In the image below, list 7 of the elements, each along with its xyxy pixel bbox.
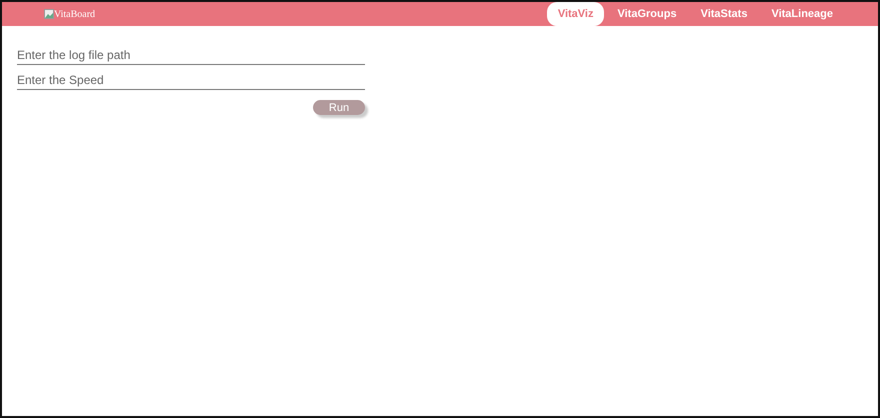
broken-image-icon xyxy=(44,9,54,19)
nav-tab[interactable]: VitaStats xyxy=(690,2,758,26)
logo-alt-text: VitaBoard xyxy=(54,8,96,20)
nav-tab[interactable]: VitaGroups xyxy=(606,2,688,26)
nav-tab[interactable]: VitaViz xyxy=(546,2,604,26)
run-button[interactable]: Run xyxy=(313,100,365,115)
nav-tab[interactable]: VitaLineage xyxy=(760,2,844,26)
